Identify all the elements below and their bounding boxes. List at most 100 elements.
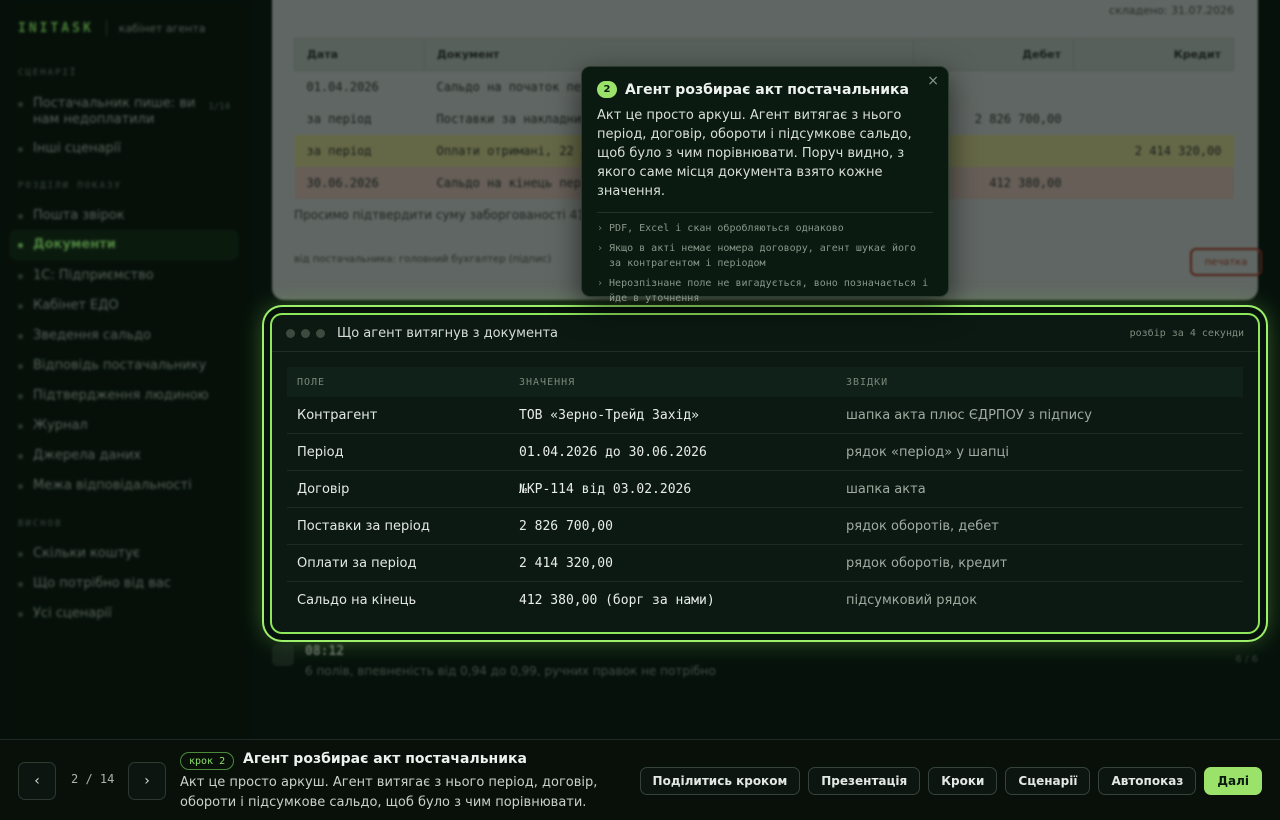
sidebar-item-confirm[interactable]: Підтвердження людиною bbox=[10, 388, 238, 404]
sidebar-item-label: Скільки коштує bbox=[33, 546, 141, 561]
sidebar-item-edo[interactable]: Кабінет ЕДО bbox=[10, 298, 238, 314]
section-label-conclusion: ВИСНОВ bbox=[18, 519, 63, 529]
chevron-left-icon: ‹ bbox=[34, 773, 40, 789]
next-step-button[interactable]: › bbox=[128, 762, 166, 800]
sidebar-item-label: Межа відповідальності bbox=[33, 478, 192, 493]
scenarios-button[interactable]: Сценарії bbox=[1005, 767, 1091, 795]
step-popover: 2 Агент розбирає акт постачальника × Акт… bbox=[581, 66, 949, 304]
bullet-dot bbox=[18, 364, 23, 369]
step-title: Агент розбирає акт постачальника bbox=[243, 751, 527, 767]
divider bbox=[597, 212, 933, 213]
document-signature: від постачальника: головний бухгалтер (п… bbox=[294, 254, 552, 265]
field-name: Сальдо на кінець bbox=[297, 593, 417, 608]
panel-meta: розбір за 4 секунди bbox=[1129, 327, 1244, 339]
sidebar-item-other-scenarios[interactable]: Інші сценарії bbox=[10, 141, 238, 157]
bullet-text: Якщо в акті немає номера договору, агент… bbox=[609, 243, 917, 269]
sidebar-item-all-scenarios[interactable]: Усі сценарії bbox=[10, 606, 238, 622]
share-step-button[interactable]: Поділитись кроком bbox=[639, 767, 801, 795]
sidebar-item-1c[interactable]: 1С: Підприємство bbox=[10, 268, 238, 284]
brand-subtitle: кабінет агента bbox=[118, 21, 206, 35]
sidebar-item-label: Джерела даних bbox=[33, 448, 142, 463]
table-row: Контрагент ТОВ «Зерно-Трейд Захід» шапка… bbox=[287, 397, 1243, 434]
table-header: ПОЛЕ ЗНАЧЕННЯ ЗВІДКИ bbox=[287, 367, 1243, 397]
sidebar-item-label: 1С: Підприємство bbox=[33, 268, 154, 283]
presentation-button[interactable]: Презентація bbox=[808, 767, 921, 795]
window-dots bbox=[286, 328, 325, 338]
cell-credit: 2 414 320,00 bbox=[1073, 134, 1234, 167]
bullet-dot bbox=[18, 304, 23, 309]
field-source: шапка акта плюс ЄДРПОУ з підпису bbox=[846, 407, 1092, 423]
field-source: підсумковий рядок bbox=[846, 593, 978, 608]
bullet-dot bbox=[18, 612, 23, 617]
field-value: 01.04.2026 до 30.06.2026 bbox=[519, 444, 707, 460]
col-field: ПОЛЕ bbox=[297, 376, 326, 388]
table-row: Сальдо на кінець 412 380,00 (борг за нам… bbox=[287, 582, 1243, 619]
sidebar-item-scenario-underpaid[interactable]: Постачальник пише: ви нам недоплатили 1/… bbox=[10, 96, 238, 128]
sidebar-item-requirements[interactable]: Що потрібно від вас bbox=[10, 576, 238, 592]
sidebar-item-label: Інші сценарії bbox=[33, 141, 121, 156]
sidebar-item-label: Постачальник пише: ви нам недоплатили bbox=[33, 96, 196, 127]
sidebar-item-label: Підтвердження людиною bbox=[33, 388, 209, 403]
close-icon[interactable]: × bbox=[927, 73, 939, 89]
steps-button[interactable]: Кроки bbox=[928, 767, 998, 795]
sidebar-item-journal[interactable]: Журнал bbox=[10, 418, 238, 434]
step-tag: 6 / 6 bbox=[1235, 654, 1258, 665]
tour-bottom-bar: ‹ 2 / 14 › крок 2 Агент розбирає акт пос… bbox=[0, 739, 1280, 820]
sidebar-item-cost[interactable]: Скільки коштує bbox=[10, 546, 238, 562]
field-source: рядок оборотів, дебет bbox=[846, 518, 999, 534]
col-value: ЗНАЧЕННЯ bbox=[519, 376, 576, 388]
field-name: Поставки за період bbox=[297, 518, 430, 534]
bullet-dot bbox=[18, 394, 23, 399]
step-description: 6 полів, впевненість від 0,94 до 0,99, р… bbox=[305, 664, 716, 678]
bullet-dot bbox=[18, 147, 23, 152]
field-value: 2 414 320,00 bbox=[519, 555, 613, 571]
sidebar-item-balance[interactable]: Зведення сальдо bbox=[10, 328, 238, 344]
cell-date: 01.04.2026 bbox=[306, 79, 379, 94]
col-source: ЗВІДКИ bbox=[846, 376, 889, 388]
next-button[interactable]: Далі bbox=[1204, 767, 1262, 795]
table-row: Оплати за період 2 414 320,00 рядок обор… bbox=[287, 545, 1243, 582]
bullet-dot bbox=[18, 484, 23, 489]
sidebar-item-documents[interactable]: Документи bbox=[10, 230, 238, 260]
window-dot-icon bbox=[286, 328, 295, 338]
step-tag: крок 2 bbox=[180, 752, 235, 770]
popover-bullet: › Нерозпізнане поле не вигадується, воно … bbox=[597, 276, 933, 306]
autoplay-button[interactable]: Автопоказ bbox=[1098, 767, 1197, 795]
sidebar-item-label: Відповідь постачальнику bbox=[33, 358, 207, 373]
bullet-dot bbox=[18, 424, 23, 429]
cell-date: 30.06.2026 bbox=[294, 166, 425, 199]
table-row: Договір №КР-114 від 03.02.2026 шапка акт… bbox=[287, 471, 1243, 508]
panel-header: Що агент витягнув з документа розбір за … bbox=[272, 315, 1258, 352]
sidebar-item-label: Журнал bbox=[33, 418, 88, 433]
extraction-panel: Що агент витягнув з документа розбір за … bbox=[272, 315, 1258, 632]
field-value: ТОВ «Зерно-Трейд Захід» bbox=[519, 407, 700, 423]
prev-step-button[interactable]: ‹ bbox=[18, 762, 56, 800]
section-label-show: РОЗДІЛИ ПОКАЗУ bbox=[18, 181, 122, 191]
table-row: Період 01.04.2026 до 30.06.2026 рядок «п… bbox=[287, 434, 1243, 471]
sidebar-item-sources[interactable]: Джерела даних bbox=[10, 448, 238, 464]
cell-date: за період bbox=[306, 111, 372, 126]
popover-bullet: › Якщо в акті немає номера договору, аген… bbox=[597, 241, 933, 271]
bullet-dot bbox=[18, 102, 23, 107]
table-row: Поставки за період 2 826 700,00 рядок об… bbox=[287, 508, 1243, 545]
window-dot-icon bbox=[301, 328, 310, 338]
sidebar-item-label: Пошта звірок bbox=[33, 208, 125, 223]
document-date: складено: 31.07.2026 bbox=[1109, 4, 1234, 17]
section-label-scenarios: СЦЕНАРІЇ bbox=[18, 68, 78, 78]
sidebar-item-mail[interactable]: Пошта звірок bbox=[10, 208, 238, 224]
brand-logo: INITASK bbox=[18, 20, 94, 36]
col-credit: Кредит bbox=[1073, 38, 1234, 71]
field-name: Договір bbox=[297, 481, 350, 497]
sidebar-item-responsibility[interactable]: Межа відповідальності bbox=[10, 478, 238, 494]
cell-credit bbox=[1074, 103, 1234, 135]
chevron-right-icon: › bbox=[597, 243, 604, 254]
popover-bullet: › PDF, Excel і скан обробляються однаково bbox=[597, 221, 933, 236]
step-number-badge: 2 bbox=[597, 81, 617, 98]
extracted-fields-table: ПОЛЕ ЗНАЧЕННЯ ЗВІДКИ Контрагент ТОВ «Зер… bbox=[287, 367, 1243, 619]
field-value: 2 826 700,00 bbox=[519, 518, 613, 534]
sidebar-item-label: Зведення сальдо bbox=[33, 328, 151, 343]
sidebar-item-reply[interactable]: Відповідь постачальнику bbox=[10, 358, 238, 374]
chevron-right-icon: › bbox=[144, 773, 150, 789]
chevron-right-icon: › bbox=[597, 278, 604, 289]
timeline-step: 08:12 6 полів, впевненість від 0,94 до 0… bbox=[270, 640, 1260, 685]
